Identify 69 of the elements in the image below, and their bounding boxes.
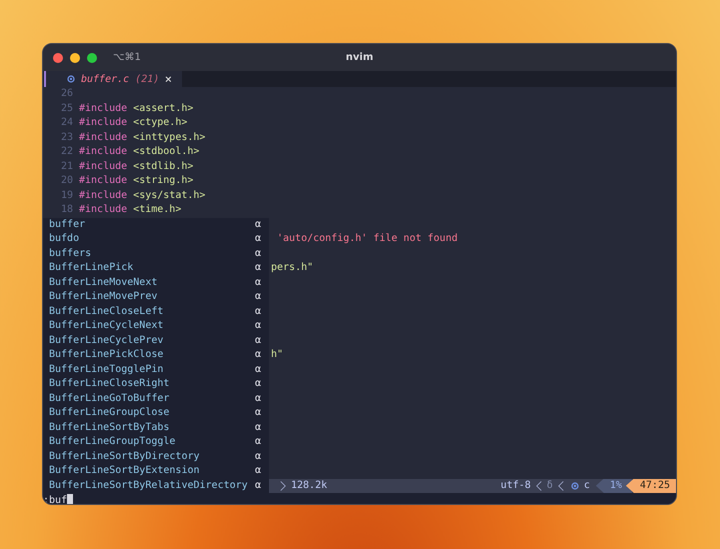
code-string: <stdbool.h> — [133, 145, 200, 159]
code-keyword: #include — [79, 203, 128, 217]
completion-item[interactable]: buffer α — [43, 218, 269, 232]
code-string: <ctype.h> — [133, 116, 188, 130]
code-string: <string.h> — [133, 174, 194, 188]
completion-item[interactable]: BufferLineMovePrev α — [43, 290, 269, 304]
code-keyword: #include — [79, 130, 128, 144]
code-keyword: #include — [79, 174, 128, 188]
chevron-left-icon — [536, 480, 542, 492]
code-string: pers.h" — [271, 261, 314, 275]
code-keyword: #include — [79, 116, 128, 130]
completion-item[interactable]: BufferLineCycleNext α — [43, 319, 269, 334]
line-number: 25 — [60, 102, 74, 116]
completion-item[interactable]: BufferLineCloseLeft α — [43, 304, 269, 319]
file-size: 128.2k — [291, 480, 328, 492]
completion-item[interactable]: BufferLineSortByDirectory α — [43, 450, 269, 464]
close-button[interactable] — [53, 52, 63, 62]
code-keyword: #include — [79, 188, 128, 202]
code-string: <sys/stat.h> — [133, 188, 206, 202]
tab-indicator — [44, 71, 46, 87]
code-string: <assert.h> — [133, 102, 194, 116]
file-type: c — [584, 480, 590, 492]
completion-item[interactable]: bufdo α — [43, 232, 269, 246]
completion-item[interactable]: buffers α — [43, 246, 269, 261]
line-number: 22 — [60, 145, 74, 159]
tab-filename: buffer.c — [81, 74, 130, 84]
line-number: 26 — [60, 87, 74, 101]
chevron-right-icon — [280, 480, 286, 492]
code-keyword: #include — [79, 145, 128, 159]
completion-item[interactable]: BufferLineGroupClose α — [43, 406, 269, 420]
completion-item[interactable]: BufferLineTogglePin α — [43, 362, 269, 377]
file-format: δ — [546, 480, 553, 492]
completion-item[interactable]: BufferLineCyclePrev α — [43, 334, 269, 348]
code-string: <inttypes.h> — [133, 130, 206, 144]
completion-item[interactable]: BufferLineSortByExtension α — [43, 464, 269, 478]
chevron-left-icon — [558, 480, 564, 492]
completion-item[interactable]: BufferLineGoToBuffer α — [43, 392, 269, 406]
completion-item[interactable]: BufferLineSortByRelativeDirectory α — [43, 478, 269, 493]
c-file-icon — [67, 75, 75, 83]
buffer-tab[interactable]: buffer.c (21) × — [46, 71, 182, 87]
code-string: h" — [271, 348, 284, 362]
line-number: 21 — [60, 160, 74, 174]
line-number: 19 — [60, 188, 74, 202]
completion-item[interactable]: BufferLineGroupToggle α — [43, 435, 269, 450]
window-title: nvim — [346, 52, 374, 63]
tab-shortcut: ⌥⌘1 — [113, 52, 141, 63]
minimize-button[interactable] — [70, 52, 80, 62]
line-number: 23 — [60, 130, 74, 144]
command-line-input[interactable]: :buf — [43, 494, 68, 504]
completion-item[interactable]: BufferLineCloseRight α — [43, 377, 269, 392]
code-string: <stdlib.h> — [133, 160, 194, 174]
completion-item[interactable]: BufferLineMoveNext α — [43, 276, 269, 290]
text-cursor — [67, 494, 74, 504]
completion-item[interactable]: BufferLinePick α — [43, 261, 269, 276]
zoom-button[interactable] — [87, 52, 97, 62]
code-keyword: #include — [79, 160, 128, 174]
code-string: <time.h> — [133, 203, 182, 217]
line-number: 20 — [60, 174, 74, 188]
line-number: 18 — [60, 203, 74, 217]
completion-item[interactable]: BufferLineSortByTabs α — [43, 420, 269, 435]
file-encoding: utf-8 — [500, 480, 531, 492]
close-tab-button[interactable]: × — [164, 72, 172, 86]
code-keyword: #include — [79, 102, 128, 116]
completion-item[interactable]: BufferLinePickClose α — [43, 348, 269, 362]
cursor-position: 47:25 — [626, 478, 676, 493]
tab-diagnostic-count: (21) — [135, 74, 160, 84]
line-number: 24 — [60, 116, 74, 130]
c-file-icon — [570, 482, 579, 490]
diagnostic-message: 'auto/config.h' file not found — [277, 232, 458, 246]
